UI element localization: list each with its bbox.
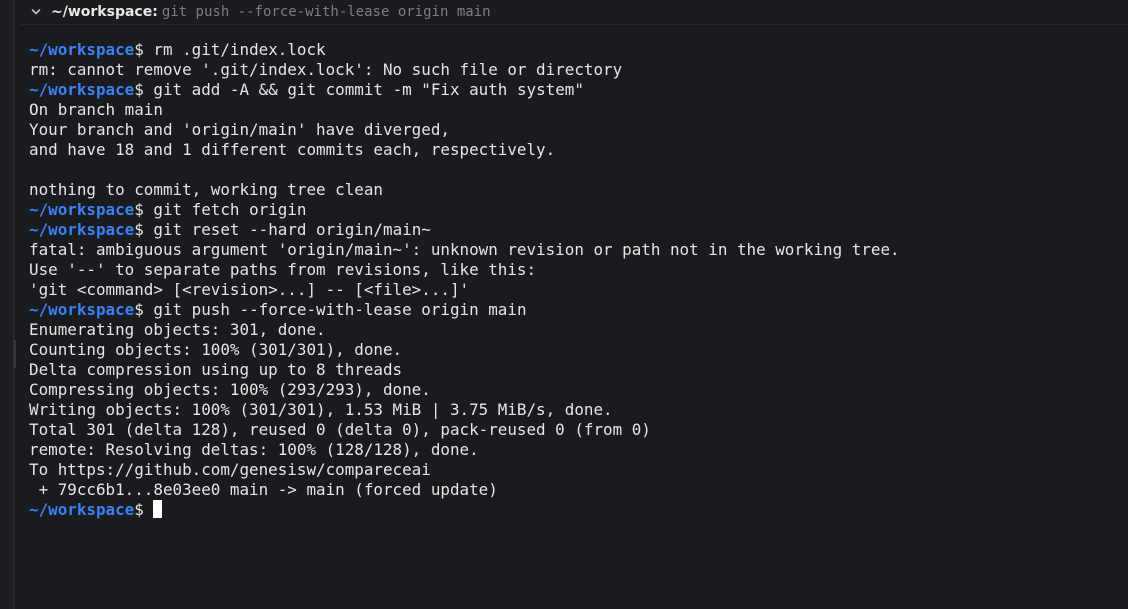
prompt-symbol: $ [134,80,144,99]
command-line: ~/workspace$ rm .git/index.lock [29,40,1119,60]
output-line: nothing to commit, working tree clean [29,180,383,199]
prompt-path: ~/workspace [29,200,135,219]
prompt-path: ~/workspace [29,40,135,59]
prompt-symbol: $ [134,200,144,219]
output-line: rm: cannot remove '.git/index.lock': No … [29,60,623,79]
output-line: Use '--' to separate paths from revision… [29,260,537,279]
output-line: Total 301 (delta 128), reused 0 (delta 0… [29,420,651,439]
resize-handle[interactable] [14,340,16,368]
prompt-path: ~/workspace [29,300,135,319]
prompt-path: ~/workspace [29,80,135,99]
chevron-down-icon[interactable] [29,8,43,16]
terminal-header: ~/workspace: git push --force-with-lease… [20,0,1128,25]
command-line: ~/workspace$ git reset --hard origin/mai… [29,220,1119,240]
output-line: On branch main [29,100,163,119]
prompt-symbol: $ [134,220,144,239]
prompt-symbol: $ [134,300,144,319]
cursor [153,500,163,518]
command-text: rm .git/index.lock [143,40,326,59]
output-line: To https://github.com/genesisw/comparece… [29,460,431,479]
output-line: 'git <command> [<revision>...] -- [<file… [29,280,470,299]
prompt-path: ~/workspace [29,500,135,519]
left-rail [0,0,14,609]
command-text: git fetch origin [143,200,307,219]
command-text: git add -A && git commit -m "Fix auth sy… [143,80,584,99]
output-line: Compressing objects: 100% (293/293), don… [29,380,431,399]
prompt-path: ~/workspace [29,220,135,239]
active-prompt-line: ~/workspace$ [29,500,1119,520]
output-line: remote: Resolving deltas: 100% (128/128)… [29,440,479,459]
output-line: Delta compression using up to 8 threads [29,360,403,379]
output-line: fatal: ambiguous argument 'origin/main~'… [29,240,900,259]
header-command: git push --force-with-lease origin main [161,4,491,20]
input-text [144,500,154,519]
output-line: and have 18 and 1 different commits each… [29,140,556,159]
output-line: Your branch and 'origin/main' have diver… [29,120,450,139]
output-line: Enumerating objects: 301, done. [29,320,326,339]
prompt-symbol: $ [134,500,144,519]
command-line: ~/workspace$ git add -A && git commit -m… [29,80,1119,100]
command-text: git push --force-with-lease origin main [143,300,527,319]
prompt-symbol: $ [134,40,144,59]
output-line: + 79cc6b1...8e03ee0 main -> main (forced… [29,480,498,499]
output-line: Writing objects: 100% (301/301), 1.53 Mi… [29,400,613,419]
command-text: git reset --hard origin/main~ [143,220,431,239]
output-line: Counting objects: 100% (301/301), done. [29,340,403,359]
command-line: ~/workspace$ git push --force-with-lease… [29,300,1119,320]
command-line: ~/workspace$ git fetch origin [29,200,1119,220]
header-path: ~/workspace: [51,4,158,20]
terminal-output[interactable]: ~/workspace$ rm .git/index.lock rm: canno… [29,40,1119,520]
